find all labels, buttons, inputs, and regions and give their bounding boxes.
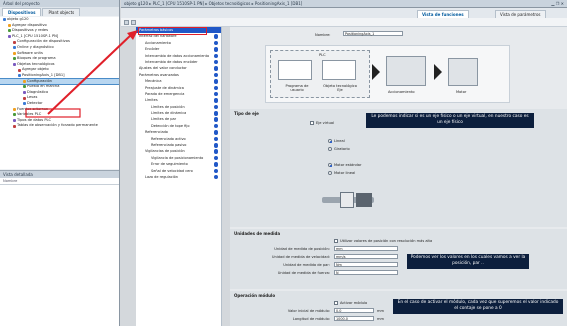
red-arrow-icon [25,30,138,118]
